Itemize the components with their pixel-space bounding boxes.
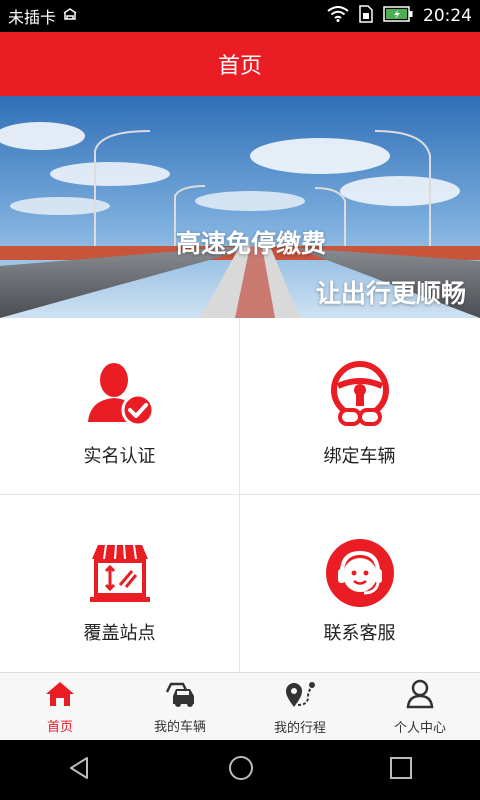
customer-service-icon [324,537,396,609]
feature-label: 联系客服 [323,623,396,644]
sim-icon [359,4,373,28]
clock: 20:24 [423,6,472,26]
home-icon [44,680,76,712]
accessibility-icon [62,7,78,26]
tab-home[interactable]: 首页 [0,673,120,741]
status-right: 20:24 [327,4,472,28]
carrier-area: 未插卡 [8,4,327,28]
cars-icon [163,680,197,712]
battery-icon [383,5,413,27]
person-icon [405,679,435,713]
bottom-tab-bar: 首页 我的车辆 我的行程 个人中心 [0,672,480,741]
feature-real-name-auth[interactable]: 实名认证 [0,318,239,494]
user-verified-icon [84,360,156,432]
carrier-text: 未插卡 [8,8,57,27]
wifi-icon [327,5,349,27]
feature-label: 绑定车辆 [323,446,396,467]
toll-station-icon [84,537,156,609]
status-bar: 未插卡 20:24 [0,0,480,32]
recents-icon[interactable] [389,756,413,784]
tab-my-vehicles[interactable]: 我的车辆 [120,673,240,741]
grid-divider-vertical [239,318,240,672]
feature-label: 覆盖站点 [83,623,156,644]
grid-divider-horizontal [0,494,480,495]
feature-coverage-stations[interactable]: 覆盖站点 [0,495,239,671]
tab-label: 首页 [46,719,73,735]
feature-bind-vehicle[interactable]: 绑定车辆 [240,318,479,494]
banner-subline: 让出行更顺畅 [315,279,466,308]
tab-my-trips[interactable]: 我的行程 [240,673,360,741]
feature-grid: 实名认证 绑定车辆 覆盖站点 联系客服 [0,318,480,672]
system-nav-bar [0,740,480,800]
app-header: 首页 [0,32,480,96]
feature-contact-service[interactable]: 联系客服 [240,495,479,671]
feature-label: 实名认证 [83,446,156,467]
back-icon[interactable] [67,755,93,785]
banner[interactable]: 高速免停缴费 让出行更顺畅 [0,96,480,318]
page-title: 首页 [217,54,262,79]
route-icon [284,679,316,713]
tab-personal-center[interactable]: 个人中心 [360,673,480,741]
home-circle-icon[interactable] [228,755,254,785]
tab-label: 个人中心 [393,720,446,736]
banner-headline: 高速免停缴费 [176,229,327,258]
tab-label: 我的车辆 [153,719,206,735]
tab-label: 我的行程 [273,720,326,736]
steering-wheel-link-icon [324,360,396,432]
